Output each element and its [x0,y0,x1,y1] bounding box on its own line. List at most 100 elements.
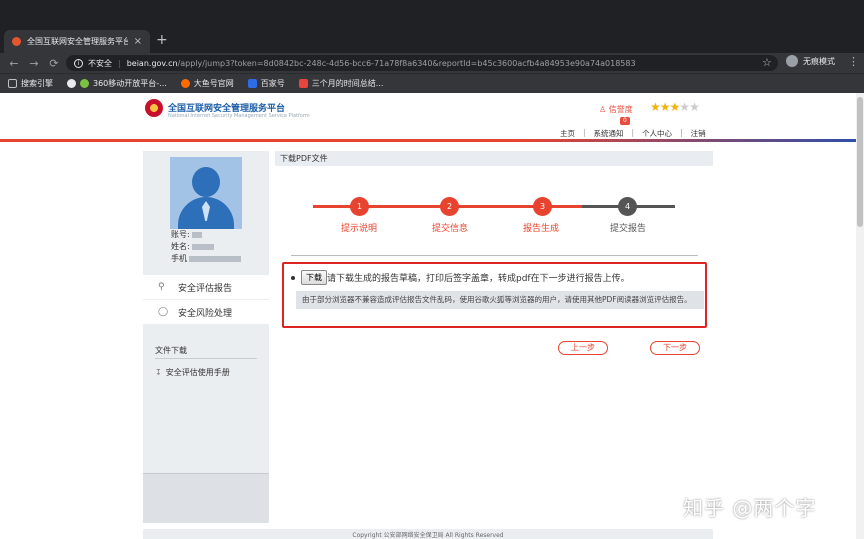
bookmark-label: 搜索引擎 [21,79,53,88]
instruction-text: 请下载生成的报告草稿，打印后签字盖章，转成pdf在下一步进行报告上传。 [327,274,630,284]
bookmark-dayu[interactable]: 大鱼号官网 [180,78,234,89]
nav-separator: | [680,128,683,137]
star-filled-icon: ★ [669,100,681,114]
nav-notices[interactable]: 系统通知 [594,128,624,139]
bookmark-folder-search[interactable]: 搜索引擎 [8,78,53,89]
info-icon[interactable]: i [74,58,83,68]
redacted-value [191,243,214,250]
tab-title: 全国互联网安全管理服务平台 [27,37,128,46]
divider [291,255,698,256]
bookmark-label: 百家号 [260,79,285,88]
download-notice-box: 下载 请下载生成的报告草稿，打印后签字盖章，转成pdf在下一步进行报告上传。 由… [282,262,707,328]
prev-step-button[interactable]: 上一步 [558,341,608,355]
avatar [170,157,242,229]
phone-label: 手机 [171,254,187,263]
notice-instruction-row: 下载 请下载生成的报告草稿，打印后签字盖章，转成pdf在下一步进行报告上传。 [291,270,630,285]
search-icon: ⚲ [158,282,165,292]
panel-title: 下载PDF文件 [275,151,713,166]
sidebar-item-assessment-report[interactable]: ⚲ 安全评估报告 [143,275,269,300]
star-empty-icon: ★ [679,100,690,114]
security-label: 不安全 [88,58,112,68]
page-scrollbar[interactable] [856,93,864,539]
url-host: beian.gov.cn [126,58,178,68]
download-icon: ↧ [155,368,162,377]
top-nav: 主页 | 系统通知 | 个人中心 | 注销 [560,128,706,139]
step-3-circle: 3 [533,197,552,216]
bookmark-star-icon[interactable]: ☆ [762,56,772,69]
browser-tab[interactable]: 全国互联网安全管理服务平台 × [4,30,150,53]
address-bar[interactable]: i 不安全 | beian.gov.cn /apply/jump3?token=… [66,55,778,71]
main-panel: 下载PDF文件 1 2 3 4 提示说明 提交信息 报告生成 提交报告 下载 请… [275,151,713,523]
sidebar-item-label: 安全风险处理 [178,308,233,319]
rating-stars: ★★★★★ [650,100,700,114]
step-4-circle: 4 [618,197,637,216]
sidebar-lower-panel [143,473,269,523]
url-path: /apply/jump3?token=8d0842bc-248c-4d56-bc… [177,58,636,68]
star-empty-icon: ★ [689,100,700,114]
web-page: 全国互联网安全管理服务平台 National Internet Security… [0,93,864,539]
divider [155,358,257,359]
header-accent-line [0,139,856,142]
zhihu-watermark: 知乎 @两个字 [683,496,817,520]
globe-icon [67,79,76,88]
bookmark-label: 三个月的时间总结... [311,79,384,88]
step-1-label: 提示说明 [340,224,378,234]
sidebar-item-risk-handling[interactable]: ◯ 安全风险处理 [143,300,269,325]
sidebar: 账号: 姓名: 手机 ⚲ 安全评估报告 ◯ 安全风险处理 文件下载 ↧ 安全评估… [143,151,269,523]
file-link-label: 安全评估使用手册 [165,368,230,377]
bookmarks-bar: 搜索引擎 360移动开放平台-... 大鱼号官网 百家号 三个月的时间总结... [0,73,864,93]
forward-button[interactable]: → [24,57,44,70]
incognito-indicator[interactable]: 无痕模式 [786,55,835,67]
phone-line: 手机 [171,253,241,264]
nav-home[interactable]: 主页 [560,128,575,139]
step-1-circle: 1 [350,197,369,216]
files-section-title: 文件下载 [155,346,187,355]
dayu-logo-icon [180,79,190,88]
download-button[interactable]: 下载 [301,270,327,285]
name-label: 姓名: [171,242,190,251]
step-3-label: 报告生成 [522,224,560,234]
star-filled-icon: ★ [650,100,661,114]
back-button[interactable]: ← [4,57,24,70]
name-line: 姓名: [171,241,214,252]
page-footer: Copyright 公安部网络安全保卫局 All Rights Reserved [143,529,713,539]
nav-profile[interactable]: 个人中心 [642,128,672,139]
nav-separator: | [631,128,635,137]
bookmark-summary[interactable]: 三个月的时间总结... [298,78,384,89]
step-2-circle: 2 [440,197,459,216]
bullet [291,275,295,280]
nav-separator: | [583,128,586,137]
step-4-label: 提交报告 [609,224,647,234]
credit-badge: 0 [620,117,630,125]
scrollbar-thumb[interactable] [857,97,863,227]
browser-menu-icon[interactable]: ⋮ [848,55,859,68]
avatar-head [192,167,220,197]
site-header: 全国互联网安全管理服务平台 National Internet Security… [0,93,856,142]
sidebar-menu: ⚲ 安全评估报告 ◯ 安全风险处理 [143,275,269,325]
baijia-logo-icon [247,79,257,88]
incognito-icon [786,55,798,67]
tab-close-icon[interactable]: × [134,36,142,47]
bookmark-360[interactable]: 360移动开放平台-... [67,78,167,89]
credit-medal-icon: ♙ [599,105,609,114]
browser-tab-bar: 全国互联网安全管理服务平台 × + [0,0,864,53]
star-filled-icon: ★ [659,100,671,114]
incognito-label: 无痕模式 [803,56,835,66]
site-favicon-icon [12,37,21,46]
folder-icon [8,79,17,88]
progress-steps: 1 2 3 4 提示说明 提交信息 报告生成 提交报告 [275,191,713,241]
step-2-label: 提交信息 [431,224,469,234]
next-step-button[interactable]: 下一步 [650,341,700,355]
manual-download-link[interactable]: ↧ 安全评估使用手册 [155,367,230,378]
bookmark-label: 360移动开放平台-... [93,79,167,88]
account-label: 账号: [171,230,190,239]
credit-label: ♙ 信誉度 [599,105,633,114]
nav-logout[interactable]: 注销 [691,128,706,139]
shield-icon: ◯ [158,307,169,317]
new-tab-button[interactable]: + [156,33,168,47]
redacted-value [189,255,241,262]
reload-button[interactable]: ⟳ [44,57,64,70]
bookmark-baijia[interactable]: 百家号 [247,78,285,89]
360-logo-icon [80,79,89,88]
police-emblem-icon [145,99,163,117]
